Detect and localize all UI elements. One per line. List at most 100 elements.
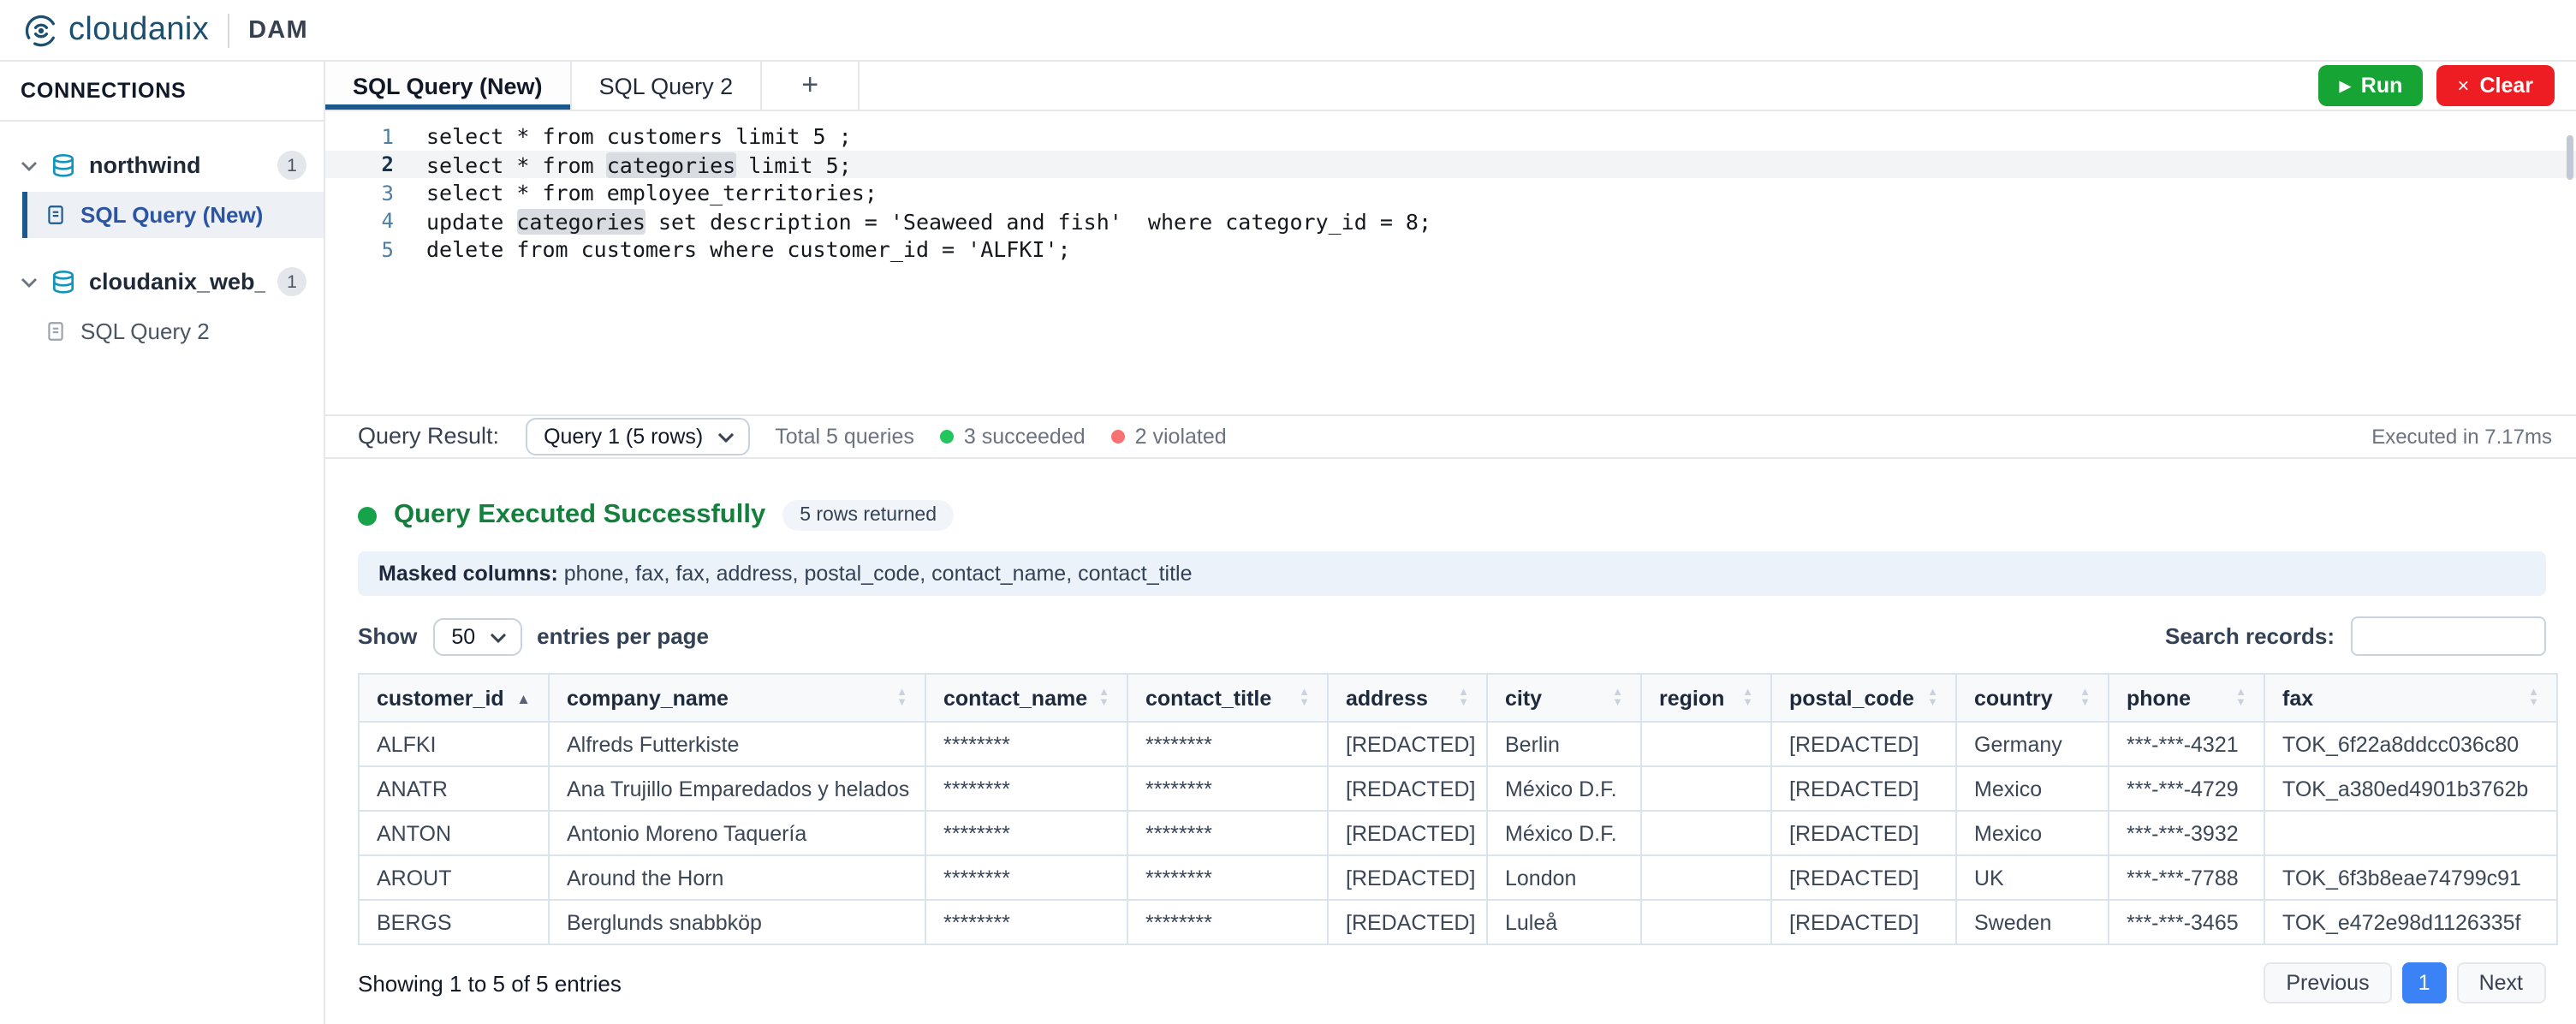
table-cell: AROUT	[359, 855, 549, 900]
table-cell: ********	[1127, 900, 1328, 944]
violated-stat: 2 violated	[1111, 425, 1227, 449]
succeeded-text: 3 succeeded	[964, 425, 1086, 449]
connection-name: northwind	[89, 152, 200, 178]
total-queries-stat: Total 5 queries	[775, 425, 914, 449]
table-row: AROUTAround the Horn****************[RED…	[359, 855, 2557, 900]
table-cell: [REDACTED]	[1771, 855, 1956, 900]
connection-group: northwind 1 SQL Query (New)	[0, 144, 324, 238]
connection-count-badge: 1	[277, 151, 306, 180]
connection-count-badge: 1	[277, 267, 306, 296]
success-title: Query Executed Successfully	[394, 500, 765, 531]
next-page-button[interactable]: Next	[2457, 962, 2545, 1003]
violated-text: 2 violated	[1135, 425, 1227, 449]
code-text: select * from categories limit 5;	[406, 152, 852, 177]
chevron-down-icon	[21, 160, 38, 170]
column-header-phone[interactable]: phone▲▼	[2109, 674, 2264, 722]
table-cell: ***-***-4729	[2109, 766, 2264, 811]
previous-page-button[interactable]: Previous	[2264, 962, 2391, 1003]
table-cell: [REDACTED]	[1328, 900, 1487, 944]
table-row: BERGSBerglunds snabbköp****************[…	[359, 900, 2557, 944]
table-cell: ***-***-3465	[2109, 900, 2264, 944]
line-number: 3	[325, 181, 406, 205]
column-header-address[interactable]: address▲▼	[1328, 674, 1487, 722]
table-cell: [REDACTED]	[1328, 811, 1487, 855]
main-area: SQL Query (New)SQL Query 2 + ▶ Run × Cle…	[325, 62, 2576, 1024]
table-cell: ***-***-7788	[2109, 855, 2264, 900]
column-header-label: contact_name	[943, 686, 1087, 710]
column-header-contact_name[interactable]: contact_name▲▼	[925, 674, 1127, 722]
table-cell: TOK_e472e98d1126335f	[2264, 900, 2557, 944]
tab-sql-query-2[interactable]: SQL Query 2	[572, 62, 763, 110]
total-queries-text: Total 5 queries	[775, 425, 914, 449]
sql-editor[interactable]: 1select * from customers limit 5 ;2selec…	[325, 112, 2576, 414]
table-cell: TOK_6f3b8eae74799c91	[2264, 855, 2557, 900]
table-cell: ********	[925, 811, 1127, 855]
cloudanix-logo-icon	[22, 11, 60, 49]
column-header-label: contact_title	[1145, 686, 1271, 710]
table-cell: [REDACTED]	[1771, 811, 1956, 855]
play-icon: ▶	[2340, 76, 2351, 95]
table-cell: BERGS	[359, 900, 549, 944]
pagination: Previous 1 Next	[2264, 962, 2545, 1003]
code-text: select * from customers limit 5 ;	[406, 123, 852, 149]
sidebar-item-sql-query-new-[interactable]: SQL Query (New)	[22, 192, 324, 238]
app-root: cloudanix DAM CONNECTIONS northwind1SQL …	[0, 0, 2576, 1024]
clear-button[interactable]: × Clear	[2436, 65, 2554, 106]
run-button-label: Run	[2361, 74, 2403, 98]
tab-sql-query-new-[interactable]: SQL Query (New)	[325, 62, 572, 110]
column-header-postal_code[interactable]: postal_code▲▼	[1771, 674, 1956, 722]
sort-icon: ▲▼	[1927, 688, 1938, 707]
connection-row-cloudanix_web_dev_copy[interactable]: cloudanix_web_dev_copy 1	[0, 260, 324, 303]
query-select[interactable]: Query 1 (5 rows)	[525, 418, 749, 455]
run-button[interactable]: ▶ Run	[2319, 65, 2424, 106]
table-cell: Antonio Moreno Taquería	[549, 811, 925, 855]
new-tab-button[interactable]: +	[762, 62, 860, 110]
table-cell: [REDACTED]	[1771, 900, 1956, 944]
masked-columns-label: Masked columns:	[378, 562, 558, 586]
table-cell: ********	[925, 722, 1127, 766]
column-header-country[interactable]: country▲▼	[1956, 674, 2109, 722]
query-result-label: Query Result:	[358, 424, 499, 449]
editor-line-1[interactable]: 1select * from customers limit 5 ;	[325, 122, 2576, 151]
database-icon	[50, 152, 77, 179]
column-header-fax[interactable]: fax▲▼	[2264, 674, 2557, 722]
connection-row-northwind[interactable]: northwind 1	[0, 144, 324, 187]
table-cell: ***-***-4321	[2109, 722, 2264, 766]
editor-line-5[interactable]: 5delete from customers where customer_id…	[325, 235, 2576, 264]
table-cell: TOK_6f22a8ddcc036c80	[2264, 722, 2557, 766]
sort-icon: ▲▼	[1299, 688, 1310, 707]
editor-line-3[interactable]: 3select * from employee_territories;	[325, 179, 2576, 207]
header-divider	[228, 13, 229, 47]
connection-name: cloudanix_web_dev_copy	[89, 269, 265, 295]
line-number: 4	[325, 209, 406, 233]
page-1-button[interactable]: 1	[2402, 962, 2447, 1003]
editor-line-4[interactable]: 4update categories set description = 'Se…	[325, 207, 2576, 235]
sort-icon: ▲▼	[1612, 688, 1623, 707]
page-size-select[interactable]: 50	[432, 617, 521, 655]
column-header-company_name[interactable]: company_name▲▼	[549, 674, 925, 722]
chevron-down-icon	[489, 632, 506, 642]
database-icon	[50, 268, 77, 295]
table-cell: TOK_a380ed4901b3762b	[2264, 766, 2557, 811]
table-cell: Ana Trujillo Emparedados y helados	[549, 766, 925, 811]
editor-scrollbar[interactable]	[2566, 136, 2573, 181]
close-icon: ×	[2457, 74, 2469, 98]
line-number: 5	[325, 237, 406, 261]
column-header-customer_id[interactable]: customer_id▲	[359, 674, 549, 722]
tab-bar: SQL Query (New)SQL Query 2 + ▶ Run × Cle…	[325, 62, 2576, 112]
sidebar-item-sql-query-2[interactable]: SQL Query 2	[22, 308, 324, 354]
sort-icon: ▲▼	[1458, 688, 1469, 707]
column-header-label: country	[1974, 686, 2053, 710]
search-records-input[interactable]	[2350, 616, 2545, 656]
column-header-city[interactable]: city▲▼	[1487, 674, 1641, 722]
sidebar-title: CONNECTIONS	[0, 62, 324, 122]
editor-line-2[interactable]: 2select * from categories limit 5;	[325, 151, 2576, 179]
table-cell: Germany	[1956, 722, 2109, 766]
column-header-contact_title[interactable]: contact_title ▲▼	[1127, 674, 1328, 722]
table-cell	[1641, 811, 1771, 855]
table-cell: Luleå	[1487, 900, 1641, 944]
connection-group: cloudanix_web_dev_copy 1 SQL Query 2	[0, 260, 324, 354]
sort-icon: ▲▼	[2528, 688, 2539, 707]
column-header-region[interactable]: region▲▼	[1641, 674, 1771, 722]
highlighted-token: categories	[607, 152, 736, 177]
